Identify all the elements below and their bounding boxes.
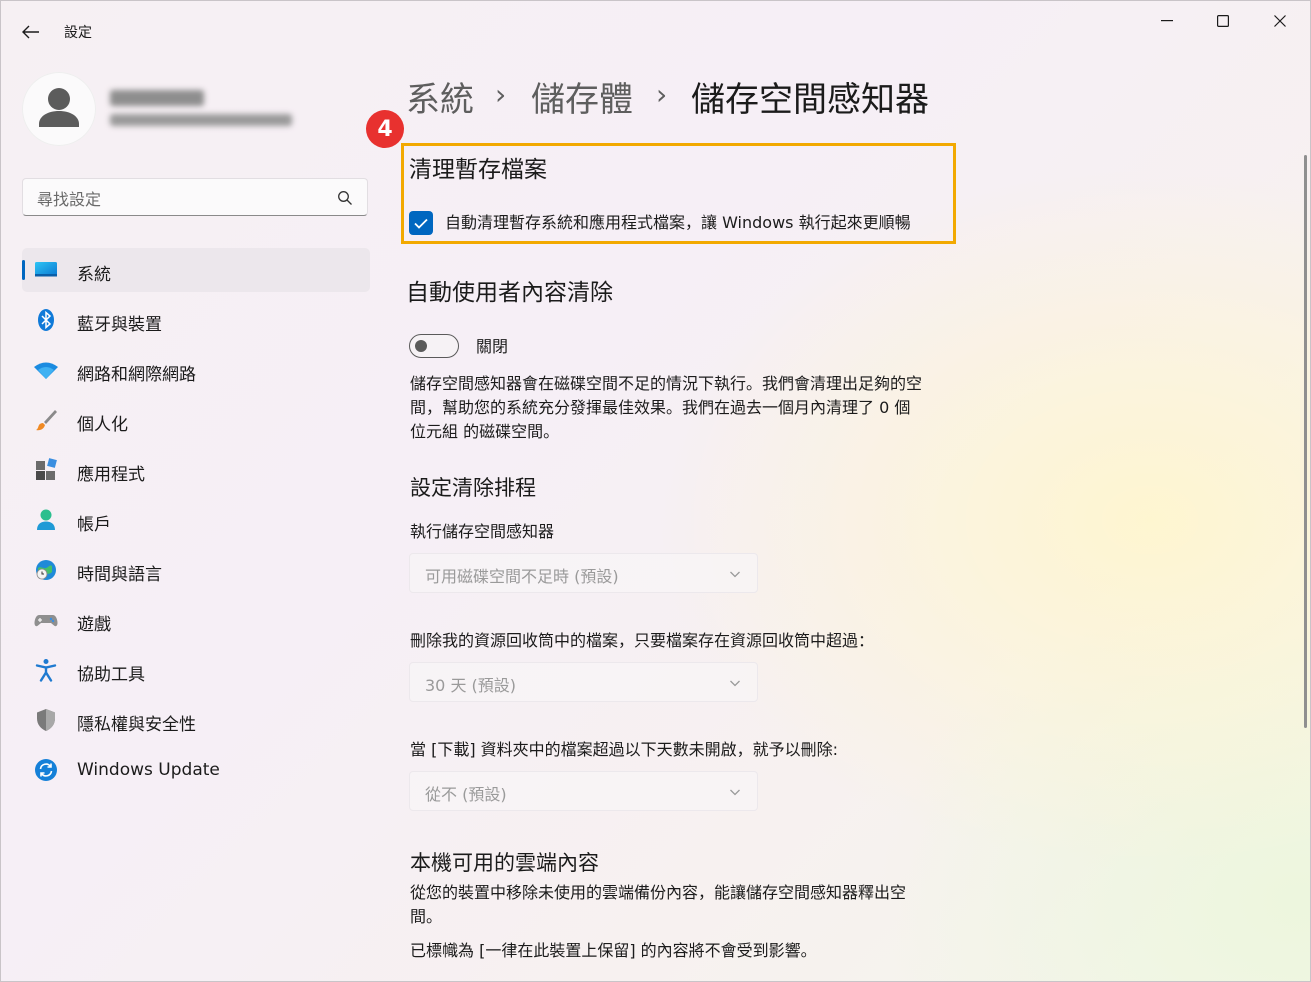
sidebar-item-label: 時間與語言 [77, 565, 162, 585]
temp-files-title: 清理暫存檔案 [409, 157, 547, 183]
toggle-state-label: 關閉 [476, 337, 509, 356]
cloud-note: 已標幟為 [一律在此裝置上保留] 的內容將不會受到影響。 [410, 941, 817, 960]
sidebar-item-personalization[interactable]: 個人化 [22, 398, 370, 442]
sidebar-item-system[interactable]: 系統 [22, 248, 370, 292]
page-title: 儲存空間感知器 [691, 80, 929, 120]
run-storage-sense-dropdown[interactable]: 可用磁碟空間不足時 (預設) [409, 553, 758, 593]
search-box[interactable] [22, 178, 368, 216]
account-icon [37, 509, 55, 530]
breadcrumb-separator: › [495, 78, 507, 111]
breadcrumb-storage[interactable]: 儲存體 [531, 72, 633, 121]
account-email-redacted [110, 114, 292, 126]
gamepad-icon [34, 615, 58, 627]
chevron-down-icon [730, 571, 740, 578]
sidebar-item-network[interactable]: 網路和網際網路 [22, 348, 370, 392]
description-line: 間。 [410, 907, 443, 926]
temp-files-checkbox-label[interactable]: 自動清理暫存系統和應用程式檔案，讓 Windows 執行起來更順暢 [445, 211, 911, 235]
temp-files-checkbox[interactable] [409, 211, 433, 235]
step-badge: 4 [366, 110, 404, 148]
sidebar-item-accessibility[interactable]: 協助工具 [22, 648, 370, 692]
description-line: 位元組 的磁碟空間。 [410, 422, 560, 441]
checkmark-icon [414, 218, 428, 229]
sidebar-item-label: 個人化 [77, 415, 128, 435]
dropdown-value: 可用磁碟空間不足時 (預設) [425, 567, 619, 586]
scrollbar-thumb[interactable] [1304, 155, 1307, 728]
sidebar-item-windows-update[interactable]: Windows Update [22, 748, 370, 792]
recycle-bin-label: 刪除我的資源回收筒中的檔案，只要檔案存在資源回收筒中超過： [410, 631, 875, 650]
maximize-button[interactable] [1203, 8, 1243, 34]
search-icon[interactable] [337, 190, 353, 206]
cloud-description: 從您的裝置中移除未使用的雲端備份內容，能讓儲存空間感知器釋出空 間。 [410, 881, 990, 929]
sidebar-item-label: 應用程式 [77, 465, 145, 485]
downloads-label: 當 [下載] 資料夾中的檔案超過以下天數未開啟，就予以刪除: [410, 740, 839, 759]
cloud-content-title: 本機可用的雲端內容 [410, 851, 599, 875]
bluetooth-icon [38, 309, 54, 331]
apps-icon [36, 458, 57, 480]
recycle-bin-dropdown[interactable]: 30 天 (預設) [409, 662, 758, 702]
description-line: 從您的裝置中移除未使用的雲端備份內容，能讓儲存空間感知器釋出空 [410, 883, 907, 902]
back-button[interactable] [16, 18, 46, 46]
sidebar-item-label: 隱私權與安全性 [77, 715, 196, 735]
sidebar-item-label: 協助工具 [77, 665, 145, 685]
sidebar-item-accounts[interactable]: 帳戶 [22, 498, 370, 542]
maximize-icon [1217, 15, 1229, 27]
app-title: 設定 [64, 25, 92, 41]
auto-cleanup-description: 儲存空間感知器會在磁碟空間不足的情況下執行。我們會清理出足夠的空 間，幫助您的系… [410, 372, 990, 444]
search-input[interactable] [35, 187, 339, 211]
paintbrush-icon [36, 410, 57, 431]
dropdown-value: 30 天 (預設) [425, 676, 517, 695]
sidebar-item-apps[interactable]: 應用程式 [22, 448, 370, 492]
minimize-icon [1161, 20, 1173, 22]
selected-indicator [22, 260, 25, 280]
sidebar-item-time-language[interactable]: 時間與語言 [22, 548, 370, 592]
windows-update-icon [35, 759, 57, 781]
auto-cleanup-title: 自動使用者內容清除 [406, 280, 613, 306]
close-button[interactable] [1260, 8, 1300, 34]
wifi-icon [34, 362, 58, 379]
description-line: 儲存空間感知器會在磁碟空間不足的情況下執行。我們會清理出足夠的空 [410, 374, 923, 393]
downloads-dropdown[interactable]: 從不 (預設) [409, 771, 758, 811]
sidebar-item-label: 帳戶 [77, 515, 111, 535]
sidebar-item-privacy-security[interactable]: 隱私權與安全性 [22, 698, 370, 742]
dropdown-value: 從不 (預設) [425, 785, 507, 804]
user-avatar-icon [39, 88, 79, 127]
description-line: 間，幫助您的系統充分發揮最佳效果。我們在過去一個月內清理了 0 個 [410, 398, 911, 417]
close-icon [1274, 15, 1286, 27]
sidebar-item-label: 藍牙與裝置 [77, 315, 162, 335]
sidebar-item-label: 遊戲 [77, 615, 111, 635]
breadcrumb-separator: › [656, 78, 668, 111]
sidebar-item-label: Windows Update [77, 760, 220, 780]
globe-clock-icon [36, 560, 56, 580]
sidebar-item-label: 系統 [77, 265, 111, 285]
chevron-down-icon [730, 789, 740, 796]
auto-cleanup-toggle[interactable] [409, 334, 459, 358]
back-arrow-icon [22, 25, 39, 39]
account-name-redacted [110, 90, 204, 106]
shield-icon [37, 709, 55, 731]
chevron-down-icon [730, 680, 740, 687]
sidebar-item-bluetooth[interactable]: 藍牙與裝置 [22, 298, 370, 342]
breadcrumb-system[interactable]: 系統 [406, 72, 474, 121]
schedule-title: 設定清除排程 [410, 476, 536, 500]
sidebar-item-label: 網路和網際網路 [77, 365, 196, 385]
minimize-button[interactable] [1147, 8, 1187, 34]
system-display-icon [35, 262, 57, 277]
run-storage-sense-label: 執行儲存空間感知器 [410, 522, 555, 541]
avatar[interactable] [22, 72, 96, 146]
sidebar-item-gaming[interactable]: 遊戲 [22, 598, 370, 642]
accessibility-icon [35, 659, 57, 682]
toggle-knob [415, 340, 427, 352]
